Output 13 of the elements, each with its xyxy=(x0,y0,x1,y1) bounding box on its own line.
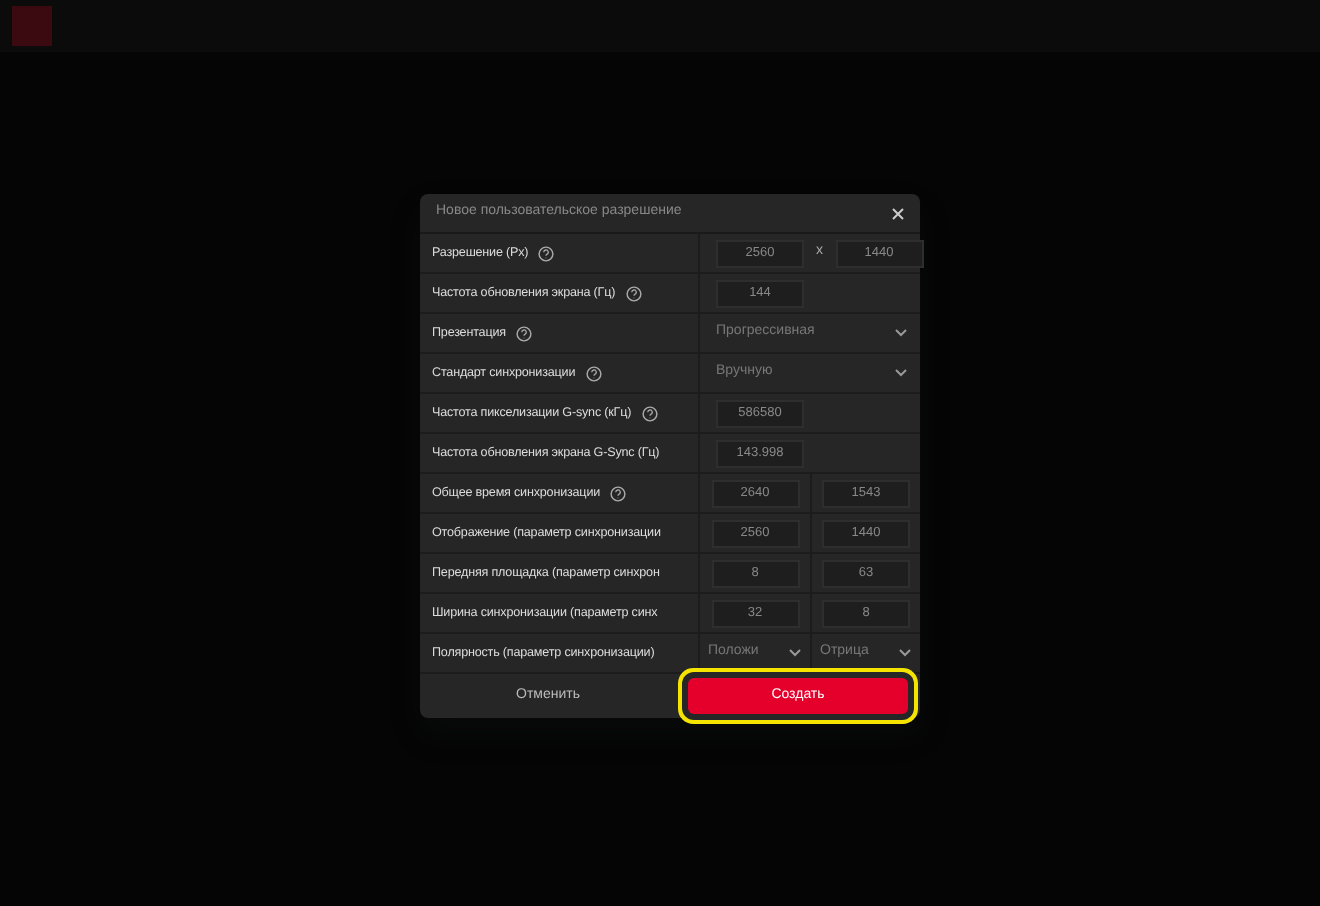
chevron-down-icon xyxy=(894,328,908,338)
close-icon xyxy=(892,207,904,220)
close-button[interactable] xyxy=(892,204,904,222)
chevron-down-icon xyxy=(898,648,912,658)
help-icon[interactable] xyxy=(625,285,642,301)
chevron-down-icon xyxy=(894,368,908,378)
help-icon[interactable] xyxy=(538,245,555,261)
logo-icon xyxy=(12,6,52,46)
help-icon[interactable] xyxy=(641,405,658,421)
help-icon[interactable] xyxy=(515,325,532,341)
help-icon[interactable] xyxy=(585,365,602,381)
chevron-down-icon xyxy=(788,648,802,658)
help-icon[interactable] xyxy=(610,485,627,501)
